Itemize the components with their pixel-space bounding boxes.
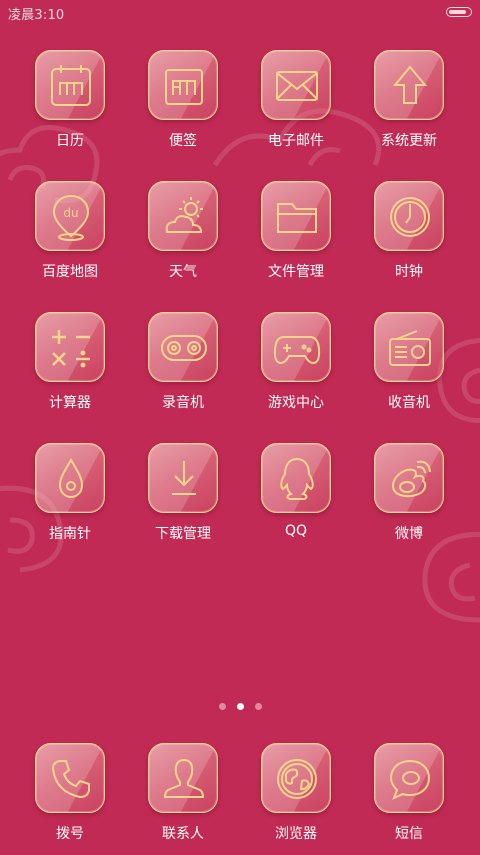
battery-level	[449, 9, 467, 14]
compass-icon	[58, 458, 84, 499]
app-email[interactable]: 电子邮件	[246, 50, 346, 162]
app-label: 日历	[56, 133, 84, 149]
dock-messages[interactable]: 短信	[359, 743, 459, 855]
app-tile	[374, 743, 444, 813]
update-icon	[392, 65, 428, 104]
app-label: 短信	[395, 826, 423, 842]
status-bar: 凌晨3:10	[0, 0, 480, 26]
svg-text:du: du	[63, 206, 78, 220]
folder-icon	[277, 203, 317, 233]
app-tile	[374, 312, 444, 382]
app-tile	[148, 181, 218, 251]
app-label: 联系人	[162, 826, 204, 842]
app-notes[interactable]: 便签	[133, 50, 233, 162]
app-tile: du	[35, 181, 105, 251]
app-game-center[interactable]: 游戏中心	[246, 312, 346, 424]
gamepad-icon	[273, 336, 321, 365]
calculator-icon	[52, 330, 90, 368]
contacts-icon	[163, 758, 205, 798]
recorder-icon	[161, 335, 207, 361]
app-tile	[261, 743, 331, 813]
app-label: 拨号	[56, 826, 84, 842]
app-label: 电子邮件	[268, 133, 324, 149]
app-label: 文件管理	[268, 264, 324, 280]
app-tile	[261, 181, 331, 251]
app-label: QQ	[284, 523, 308, 539]
app-label: 微博	[395, 526, 423, 542]
app-clock[interactable]: 时钟	[359, 181, 459, 293]
app-tile	[148, 443, 218, 513]
app-tile	[261, 312, 331, 382]
app-tile	[35, 312, 105, 382]
app-label: 下载管理	[155, 526, 211, 542]
mail-icon	[276, 71, 318, 101]
app-tile	[374, 181, 444, 251]
app-label: 系统更新	[381, 133, 437, 149]
app-tile	[35, 743, 105, 813]
weather-icon	[165, 197, 203, 233]
app-calendar[interactable]: 日历	[20, 50, 120, 162]
app-file-manager[interactable]: 文件管理	[246, 181, 346, 293]
app-weather[interactable]: 天气	[133, 181, 233, 293]
app-label: 时钟	[395, 264, 423, 280]
app-label: 计算器	[49, 395, 91, 411]
radio-icon	[389, 330, 431, 366]
page-indicator	[0, 701, 480, 713]
app-baidu-map[interactable]: du 百度地图	[20, 181, 120, 293]
dock-browser[interactable]: 浏览器	[246, 743, 346, 855]
app-radio[interactable]: 收音机	[359, 312, 459, 424]
app-label: 天气	[169, 264, 197, 280]
app-tile	[148, 743, 218, 813]
message-icon	[389, 759, 431, 800]
download-icon	[172, 461, 196, 495]
app-label: 游戏中心	[268, 395, 324, 411]
calendar-icon	[51, 65, 91, 106]
app-weibo[interactable]: 微博	[359, 443, 459, 555]
clock-icon	[390, 197, 430, 237]
app-label: 指南针	[49, 526, 91, 542]
app-recorder[interactable]: 录音机	[133, 312, 233, 424]
qq-icon	[280, 457, 314, 500]
browser-icon	[277, 759, 317, 799]
app-label: 录音机	[162, 395, 204, 411]
phone-icon	[51, 760, 90, 799]
app-tile	[148, 50, 218, 120]
app-tile	[261, 50, 331, 120]
map-pin-icon: du	[52, 194, 90, 241]
app-tile	[35, 50, 105, 120]
page-dot[interactable]	[255, 703, 262, 710]
notes-icon	[165, 69, 203, 105]
app-tile	[261, 443, 331, 513]
app-label: 浏览器	[275, 826, 317, 842]
weibo-icon	[391, 460, 431, 498]
status-time: 凌晨3:10	[8, 8, 65, 23]
app-compass[interactable]: 指南针	[20, 443, 120, 555]
dock-contacts[interactable]: 联系人	[133, 743, 233, 855]
app-tile	[374, 50, 444, 120]
app-label: 百度地图	[42, 264, 98, 280]
app-label: 收音机	[388, 395, 430, 411]
page-dot-active[interactable]	[237, 703, 244, 710]
dock-phone[interactable]: 拨号	[20, 743, 120, 855]
app-tile	[374, 443, 444, 513]
app-qq[interactable]: QQ	[246, 443, 346, 555]
app-download-manager[interactable]: 下载管理	[133, 443, 233, 555]
app-tile	[148, 312, 218, 382]
page-dot[interactable]	[219, 703, 226, 710]
battery-icon	[446, 7, 472, 17]
app-calculator[interactable]: 计算器	[20, 312, 120, 424]
app-system-update[interactable]: 系统更新	[359, 50, 459, 162]
app-label: 便签	[169, 133, 197, 149]
app-tile	[35, 443, 105, 513]
